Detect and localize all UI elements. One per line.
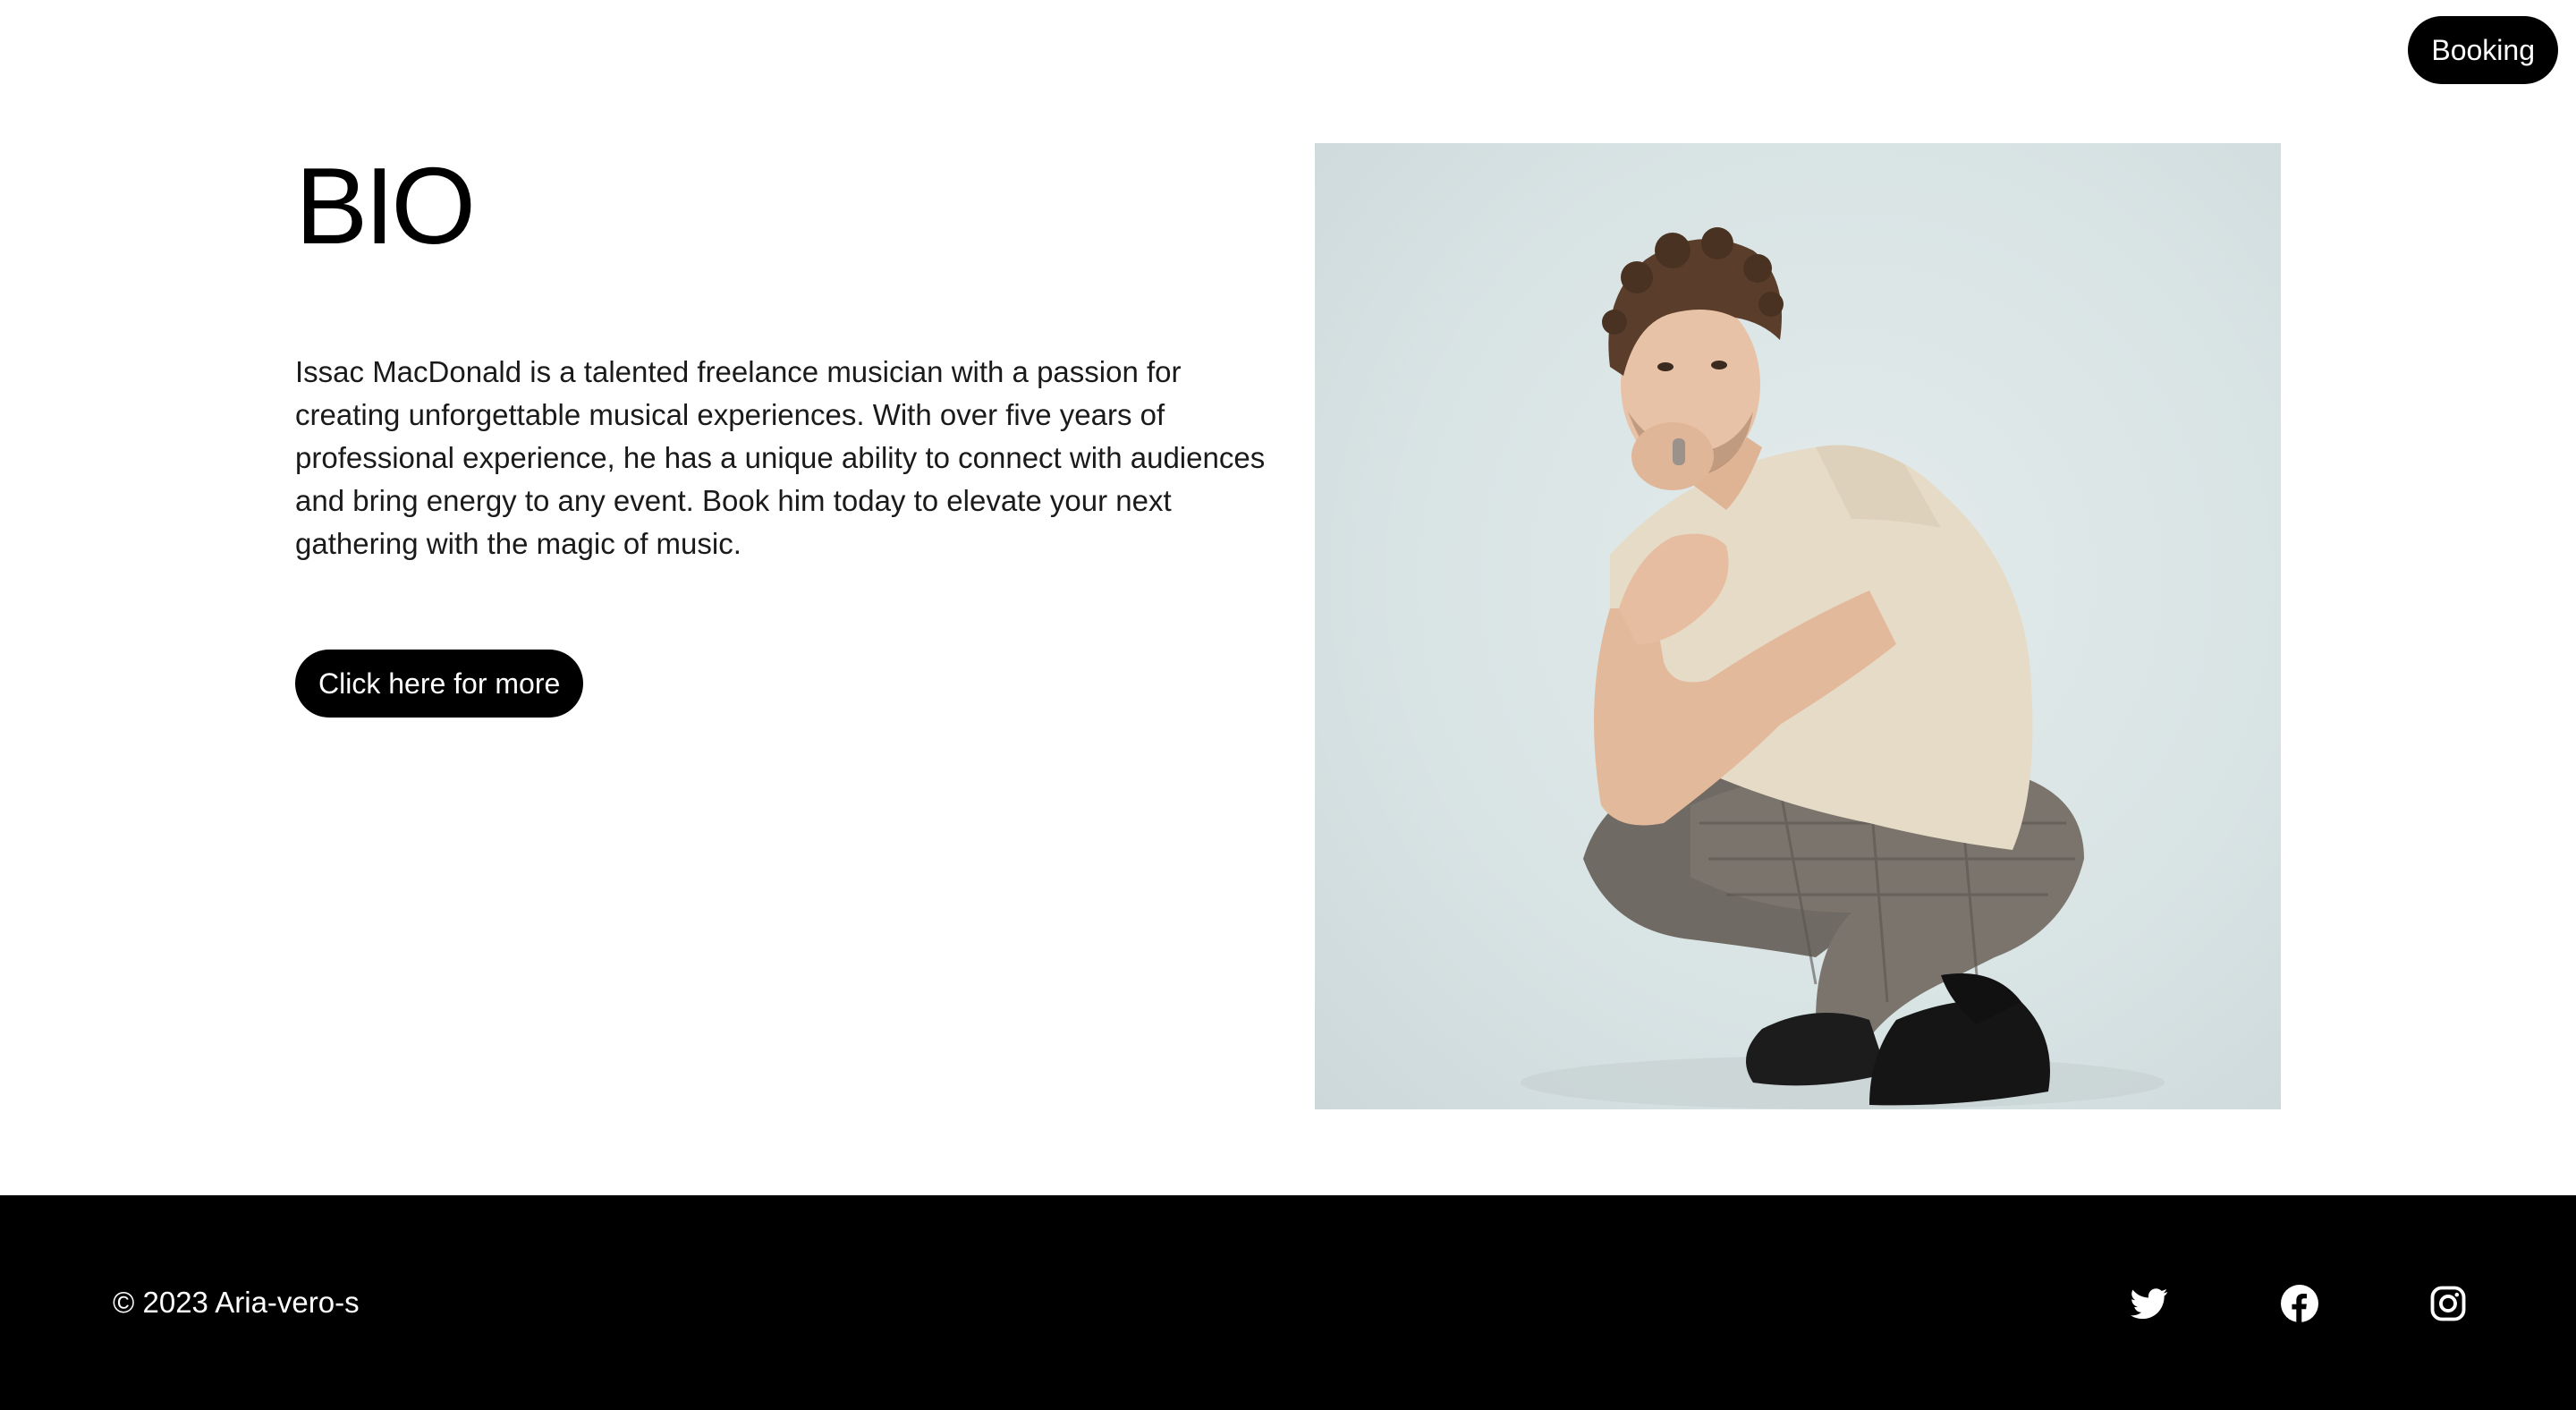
instagram-icon[interactable] (2429, 1285, 2467, 1322)
booking-button[interactable]: Booking (2408, 16, 2558, 84)
bio-text: Issac MacDonald is a talented freelance … (295, 355, 1266, 560)
facebook-icon-glyph (2281, 1285, 2318, 1322)
page: Booking BIO Issac MacDonald is a talente… (0, 0, 2576, 1410)
facebook-icon[interactable] (2281, 1285, 2318, 1322)
bio-section: BIO Issac MacDonald is a talented freela… (295, 143, 1270, 718)
portrait-illustration (1521, 227, 2165, 1109)
copyright-text: © 2023 Aria-vero-s (113, 1286, 360, 1319)
click-here-for-more-button[interactable]: Click here for more (295, 650, 584, 718)
bio-title: BIO (295, 145, 476, 267)
portrait-photo (1315, 143, 2281, 1109)
instagram-icon-glyph (2430, 1286, 2466, 1321)
twitter-icon-glyph (2131, 1288, 2168, 1320)
twitter-icon[interactable] (2131, 1285, 2168, 1322)
footer: © 2023 Aria-vero-s (0, 1195, 2576, 1410)
